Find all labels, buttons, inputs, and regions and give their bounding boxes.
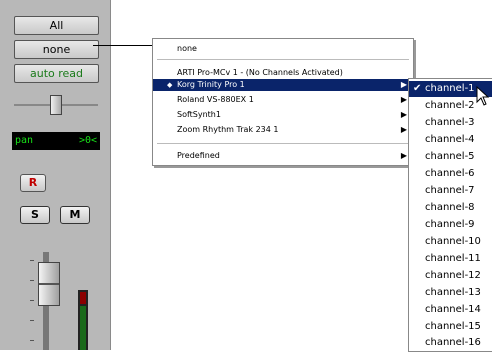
channel-item[interactable]: channel-13 — [409, 285, 492, 301]
midi-output-menu: none ARTI Pro-MCv 1 - (No Channels Activ… — [152, 38, 414, 166]
channel-item[interactable]: channel-5 — [409, 149, 492, 165]
channel-item[interactable]: channel-11 — [409, 251, 492, 267]
channel-item[interactable]: channel-3 — [409, 115, 492, 131]
channel-label: channel-2 — [425, 100, 475, 111]
menu-item-label: SoftSynth1 — [177, 110, 221, 119]
pan-slider-knob[interactable] — [50, 95, 62, 115]
channel-item[interactable]: channel-6 — [409, 166, 492, 182]
mute-button[interactable]: M — [60, 206, 90, 224]
checkmark-icon: ✔ — [413, 83, 422, 94]
mouse-pointer-icon — [476, 86, 490, 106]
menu-item-device[interactable]: SoftSynth1 ▶ — [153, 109, 413, 121]
fader-scale-tick — [30, 320, 34, 321]
menu-item-device[interactable]: Zoom Rhythm Trak 234 1 ▶ — [153, 124, 413, 136]
all-button[interactable]: All — [14, 16, 99, 35]
channel-label: channel-10 — [425, 236, 481, 247]
channel-item[interactable]: channel-15 — [409, 319, 492, 335]
channel-item[interactable]: channel-4 — [409, 132, 492, 148]
record-enable-button[interactable]: R — [20, 174, 46, 192]
channel-item[interactable]: channel-9 — [409, 217, 492, 233]
menu-item-label: Roland VS-880EX 1 — [177, 95, 254, 104]
menu-separator — [157, 143, 409, 144]
pan-label: pan — [15, 135, 34, 146]
volume-fader-knob[interactable] — [38, 262, 60, 306]
channel-label: channel-6 — [425, 168, 475, 179]
fader-scale-tick — [30, 260, 34, 261]
fader-scale-tick — [30, 300, 34, 301]
channel-label: channel-7 — [425, 185, 475, 196]
channel-label: channel-16 — [425, 337, 481, 348]
menu-item-device[interactable]: ◆ Korg Trinity Pro 1 ▶ — [153, 79, 413, 91]
channel-submenu: ✔ channel-1 channel-2 channel-3 channel-4… — [408, 78, 492, 352]
menu-item-label: ARTI Pro-MCv 1 - (No Channels Activated) — [177, 68, 343, 77]
menu-item-label: Predefined — [177, 151, 220, 160]
menu-item-predefined[interactable]: Predefined ▶ — [153, 150, 413, 162]
channel-label: channel-14 — [425, 304, 481, 315]
channel-label: channel-9 — [425, 219, 475, 230]
channel-item[interactable]: channel-12 — [409, 268, 492, 284]
menu-item-label: none — [177, 44, 197, 53]
submenu-arrow-icon: ▶ — [400, 95, 407, 104]
channel-item[interactable]: channel-16 — [409, 335, 492, 351]
menu-separator — [157, 59, 409, 60]
channel-label: channel-13 — [425, 287, 481, 298]
channel-item[interactable]: channel-10 — [409, 234, 492, 250]
submenu-arrow-icon: ▶ — [400, 80, 407, 89]
bullet-icon: ◆ — [167, 81, 173, 89]
midi-output-selector-button[interactable]: none — [14, 40, 99, 59]
channel-label: channel-11 — [425, 253, 481, 264]
level-meter-clip — [80, 292, 86, 304]
submenu-arrow-icon: ▶ — [400, 151, 407, 160]
solo-button[interactable]: S — [20, 206, 50, 224]
callout-line — [93, 45, 153, 46]
level-meter-signal — [80, 306, 86, 350]
submenu-arrow-icon: ▶ — [400, 110, 407, 119]
menu-item-none[interactable]: none — [153, 43, 413, 55]
pan-value: >0< — [78, 135, 97, 146]
channel-item[interactable]: channel-14 — [409, 302, 492, 318]
menu-item-device[interactable]: ARTI Pro-MCv 1 - (No Channels Activated) — [153, 67, 413, 79]
channel-label: channel-4 — [425, 134, 475, 145]
channel-label: channel-12 — [425, 270, 481, 281]
channel-label: channel-3 — [425, 117, 475, 128]
channel-item[interactable]: channel-7 — [409, 183, 492, 199]
channel-label: channel-15 — [425, 321, 481, 332]
channel-label: channel-1 — [425, 83, 475, 94]
channel-item[interactable]: channel-8 — [409, 200, 492, 216]
channel-label: channel-8 — [425, 202, 475, 213]
channel-label: channel-5 — [425, 151, 475, 162]
menu-item-label: Korg Trinity Pro 1 — [177, 80, 245, 89]
submenu-arrow-icon: ▶ — [400, 125, 407, 134]
pan-display: pan >0< — [12, 132, 100, 150]
menu-item-device[interactable]: Roland VS-880EX 1 ▶ — [153, 94, 413, 106]
automation-mode-button[interactable]: auto read — [14, 64, 99, 83]
fader-scale-tick — [30, 280, 34, 281]
channel-strip: All none auto read pan >0< R S M — [0, 0, 111, 350]
fader-scale-tick — [30, 340, 34, 341]
menu-item-label: Zoom Rhythm Trak 234 1 — [177, 125, 279, 134]
